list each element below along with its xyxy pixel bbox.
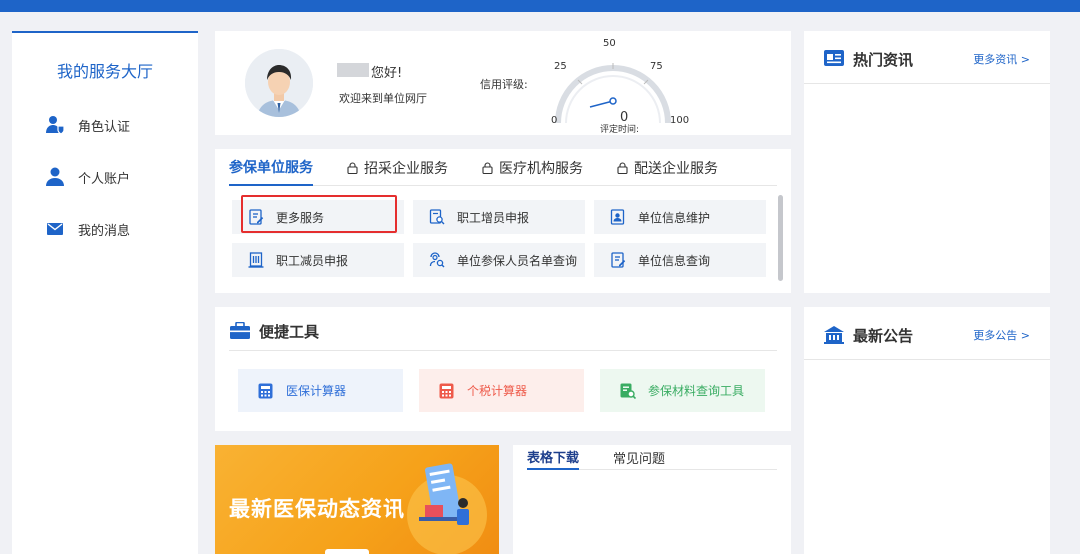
sidebar-item-my-messages[interactable]: 我的消息 bbox=[44, 217, 130, 241]
building-icon bbox=[248, 252, 264, 268]
tool-label: 参保材料查询工具 bbox=[648, 384, 745, 398]
sidebar-item-label: 我的消息 bbox=[78, 223, 131, 239]
employee-decrease-button[interactable]: 职工减员申报 bbox=[232, 243, 404, 277]
news-banner[interactable]: 最新医保动态资讯 bbox=[215, 445, 499, 554]
tab-label: 医疗机构服务 bbox=[499, 160, 583, 177]
avatar[interactable] bbox=[245, 49, 313, 117]
highlight-box bbox=[241, 195, 397, 233]
latest-notice-title: 最新公告 bbox=[853, 327, 914, 345]
hot-news-title: 热门资讯 bbox=[853, 51, 914, 69]
divider bbox=[804, 359, 1050, 360]
banner-title: 最新医保动态资讯 bbox=[229, 497, 405, 521]
hot-news-panel: 热门资讯 更多资讯 > bbox=[804, 31, 1050, 293]
envelope-icon bbox=[44, 218, 66, 240]
gauge-value: 0 bbox=[620, 110, 628, 125]
toolbox-icon bbox=[230, 321, 250, 343]
hot-news-header: 热门资讯 bbox=[824, 49, 913, 70]
more-news-link[interactable]: 更多资讯 > bbox=[973, 51, 1030, 67]
document-search-icon bbox=[620, 383, 636, 399]
button-label: 职工增员申报 bbox=[457, 210, 530, 225]
credit-rating-label: 信用评级: bbox=[480, 78, 528, 91]
tool-label: 医保计算器 bbox=[286, 384, 347, 398]
downloads-panel: 表格下载 常见问题 bbox=[513, 445, 791, 554]
sidebar-item-personal-account[interactable]: 个人账户 bbox=[44, 165, 130, 189]
button-label: 单位信息维护 bbox=[638, 210, 711, 225]
banner-decoration bbox=[325, 549, 369, 554]
lock-icon bbox=[617, 161, 628, 174]
people-search-icon bbox=[429, 252, 445, 268]
gauge-tick-label: 75 bbox=[650, 61, 663, 72]
tools-title: 便捷工具 bbox=[259, 323, 320, 341]
button-label: 单位信息查询 bbox=[638, 253, 711, 268]
tab-faq[interactable]: 常见问题 bbox=[613, 445, 665, 470]
lock-icon bbox=[482, 161, 493, 174]
tools-panel: 便捷工具 医保计算器 个税计算器 参保材料查询工具 bbox=[215, 307, 791, 431]
services-scrollbar[interactable] bbox=[778, 195, 783, 281]
tab-label: 参保单位服务 bbox=[229, 159, 313, 176]
divider bbox=[229, 350, 777, 351]
user-card: 您好! 欢迎来到单位网厅 信用评级: 0 25 50 75 100 0 评定时间… bbox=[215, 31, 791, 135]
unit-info-query-button[interactable]: 单位信息查询 bbox=[594, 243, 766, 277]
divider bbox=[804, 83, 1050, 84]
search-document-icon bbox=[429, 209, 445, 225]
sidebar-item-label: 角色认证 bbox=[78, 119, 131, 135]
lock-icon bbox=[347, 161, 358, 174]
service-tabs: 参保单位服务 招采企业服务 医疗机构服务 配送企业服务 bbox=[229, 149, 777, 186]
unit-info-maintenance-button[interactable]: 单位信息维护 bbox=[594, 200, 766, 234]
credit-gauge: 0 25 50 75 100 0 评定时间: bbox=[551, 38, 689, 135]
download-tabs: 表格下载 常见问题 bbox=[527, 445, 777, 470]
sidebar-item-role-auth[interactable]: 角色认证 bbox=[44, 113, 130, 137]
username-redacted bbox=[337, 63, 369, 77]
edit-document-icon bbox=[610, 252, 626, 268]
greeting-text: 您好! bbox=[371, 66, 403, 81]
sidebar: 我的服务大厅 角色认证 个人账户 我的消息 bbox=[12, 31, 198, 554]
income-tax-calculator[interactable]: 个税计算器 bbox=[419, 369, 584, 412]
more-notices-link[interactable]: 更多公告 > bbox=[973, 327, 1030, 343]
button-label: 单位参保人员名单查询 bbox=[457, 253, 578, 268]
user-icon bbox=[44, 166, 66, 188]
tab-insured-unit-services[interactable]: 参保单位服务 bbox=[229, 149, 313, 186]
profile-card-icon bbox=[610, 209, 626, 225]
gauge-tick-label: 25 bbox=[554, 61, 567, 72]
news-icon bbox=[824, 49, 844, 70]
tab-delivery-enterprise-services[interactable]: 配送企业服务 bbox=[617, 149, 718, 186]
insured-roster-query-button[interactable]: 单位参保人员名单查询 bbox=[413, 243, 585, 277]
button-label: 职工减员申报 bbox=[276, 253, 349, 268]
tab-procurement-services[interactable]: 招采企业服务 bbox=[347, 149, 448, 186]
gauge-tick-label: 100 bbox=[670, 115, 689, 126]
tab-label: 招采企业服务 bbox=[364, 160, 448, 177]
gauge-time-label: 评定时间: bbox=[600, 123, 639, 135]
gauge-tick-label: 0 bbox=[551, 115, 557, 126]
welcome-text: 欢迎来到单位网厅 bbox=[339, 92, 427, 105]
services-panel: 参保单位服务 招采企业服务 医疗机构服务 配送企业服务 更多服务 职工增员申报 … bbox=[215, 149, 791, 293]
gauge-tick-label: 50 bbox=[603, 38, 616, 49]
insurance-materials-query-tool[interactable]: 参保材料查询工具 bbox=[600, 369, 765, 412]
sidebar-item-label: 个人账户 bbox=[78, 171, 131, 187]
latest-notice-header: 最新公告 bbox=[824, 325, 913, 346]
sidebar-title: 我的服务大厅 bbox=[56, 62, 153, 81]
user-shield-icon bbox=[44, 114, 66, 136]
employee-increase-button[interactable]: 职工增员申报 bbox=[413, 200, 585, 234]
latest-notice-panel: 最新公告 更多公告 > bbox=[804, 307, 1050, 554]
medical-insurance-calculator[interactable]: 医保计算器 bbox=[238, 369, 403, 412]
bank-icon bbox=[824, 325, 844, 346]
tab-medical-institution-services[interactable]: 医疗机构服务 bbox=[482, 149, 583, 186]
top-bar bbox=[0, 0, 1080, 12]
tab-form-download[interactable]: 表格下载 bbox=[527, 445, 580, 470]
calculator-icon bbox=[258, 383, 274, 399]
calculator-icon bbox=[439, 383, 455, 399]
tab-label: 配送企业服务 bbox=[634, 160, 718, 177]
tool-label: 个税计算器 bbox=[467, 384, 528, 398]
